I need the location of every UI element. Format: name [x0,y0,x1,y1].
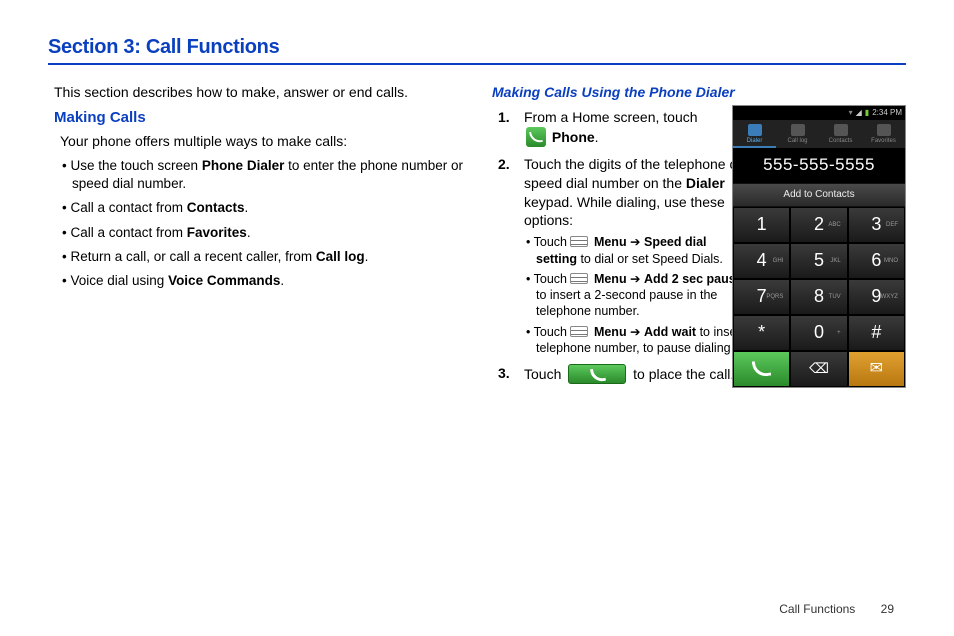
call-button[interactable] [733,351,790,387]
tab-dialer[interactable]: Dialer [733,120,776,148]
add-to-contacts-button[interactable]: Add to Contacts [733,183,905,207]
tab-favorites[interactable]: Favorites [862,120,905,148]
key-5[interactable]: 5JKL [790,243,847,279]
footer-label: Call Functions [779,602,855,616]
tab-call-log[interactable]: Call log [776,120,819,148]
key-3[interactable]: 3DEF [848,207,905,243]
call-log-icon [791,124,805,136]
content-columns: This section describes how to make, answ… [48,83,906,392]
key-6[interactable]: 6MNO [848,243,905,279]
backspace-button[interactable] [790,351,847,387]
making-calls-bullets: Use the touch screen Phone Dialer to ent… [48,157,468,290]
menu-icon [570,236,588,247]
key-hash[interactable]: # [848,315,905,351]
phone-screenshot: ▾ ◢ ▮ 2:34 PM Dialer Call log Contacts F… [732,105,906,388]
left-column: This section describes how to make, answ… [48,83,468,392]
option-add-pause: Touch Menu ➔ Add 2 sec pause to insert a… [524,271,744,320]
status-bar: ▾ ◢ ▮ 2:34 PM [733,106,905,120]
bullet-voice-commands: Voice dial using Voice Commands. [62,272,468,290]
key-7[interactable]: 7PQRS [733,279,790,315]
envelope-icon [870,358,883,380]
dialer-icon [748,124,762,136]
making-calls-intro: Your phone offers multiple ways to make … [60,132,468,151]
section-title: Section 3: Call Functions [48,36,906,65]
key-9[interactable]: 9WXYZ [848,279,905,315]
battery-icon: ▮ [865,108,869,119]
step-1: From a Home screen, touch Phone. [492,108,712,147]
option-speed-dial: Touch Menu ➔ Speed dial setting to dial … [524,234,744,267]
phone-app-icon [526,127,546,147]
wifi-icon: ▾ [849,108,853,119]
signal-icon: ◢ [856,108,862,119]
menu-icon [570,273,588,284]
keypad: 1 2ABC 3DEF 4GHI 5JKL 6MNO 7PQRS 8TUV 9W… [733,207,905,351]
bullet-phone-dialer: Use the touch screen Phone Dialer to ent… [62,157,468,193]
key-8[interactable]: 8TUV [790,279,847,315]
status-time: 2:34 PM [872,108,902,119]
right-column: Making Calls Using the Phone Dialer From… [492,83,906,392]
number-display: 555-555-5555 [733,148,905,183]
key-0[interactable]: 0+ [790,315,847,351]
tab-contacts[interactable]: Contacts [819,120,862,148]
key-4[interactable]: 4GHI [733,243,790,279]
bullet-call-log: Return a call, or call a recent caller, … [62,248,468,266]
favorites-icon [877,124,891,136]
message-button[interactable] [848,351,905,387]
page-number: 29 [881,602,894,616]
contacts-icon [834,124,848,136]
bullet-contacts: Call a contact from Contacts. [62,199,468,217]
key-1[interactable]: 1 [733,207,790,243]
action-row [733,351,905,387]
key-star[interactable]: * [733,315,790,351]
page-footer: Call Functions 29 [779,602,894,616]
backspace-icon [809,359,829,378]
key-2[interactable]: 2ABC [790,207,847,243]
tab-row: Dialer Call log Contacts Favorites [733,120,905,148]
call-button-icon [568,364,626,384]
call-icon [753,360,770,377]
menu-icon [570,326,588,337]
bullet-favorites: Call a contact from Favorites. [62,224,468,242]
dialer-heading: Making Calls Using the Phone Dialer [492,83,906,102]
making-calls-heading: Making Calls [54,108,468,128]
section-intro: This section describes how to make, answ… [48,83,468,102]
